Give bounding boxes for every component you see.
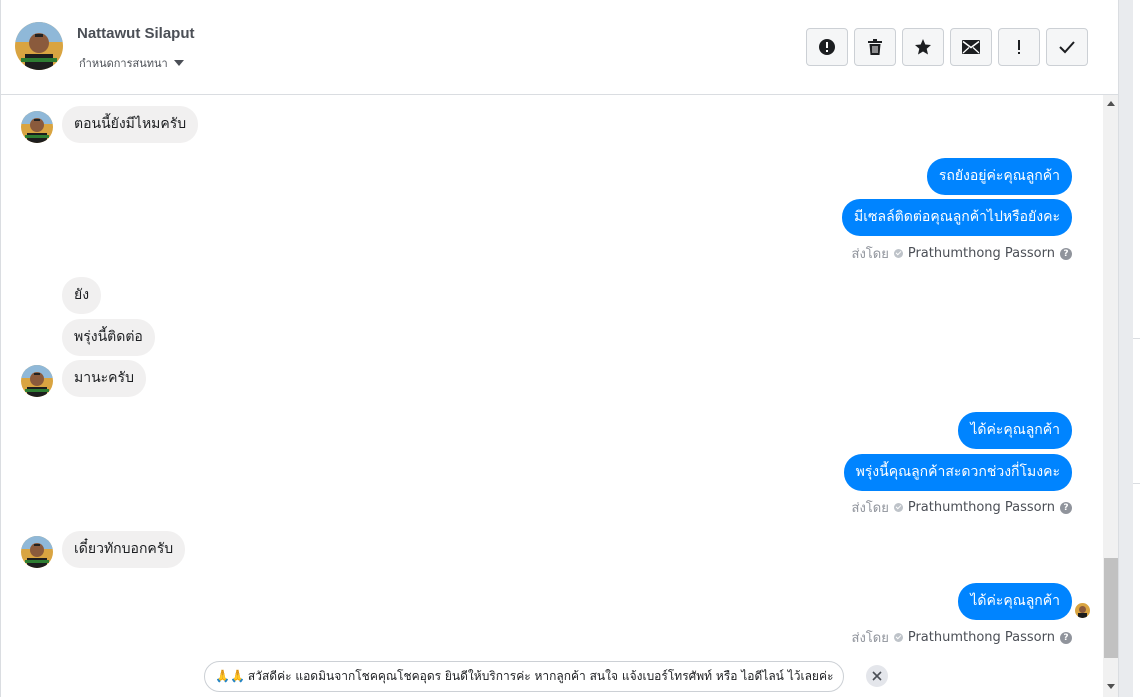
suggestion-text: สวัสดีค่ะ แอดมินจากโชคคุณโชคอุดร ยินดีให… <box>247 669 834 683</box>
scrollbar-thumb[interactable] <box>1104 558 1118 658</box>
star-button[interactable] <box>902 28 944 66</box>
incoming-message[interactable]: พรุ่งนี้ติดต่อ <box>62 319 155 356</box>
customer-avatar[interactable] <box>21 536 53 568</box>
outgoing-message[interactable]: รถยังอยู่ค่ะคุณลูกค้า <box>926 158 1072 195</box>
adjacent-panel-edge <box>1118 0 1140 697</box>
help-icon[interactable]: ? <box>1060 501 1072 514</box>
incoming-message[interactable]: ตอนนี้ยังมีไหมครับ <box>62 106 199 143</box>
user-avatar[interactable] <box>15 22 63 70</box>
sent-by-agent[interactable]: Prathumthong Passorn <box>908 500 1055 515</box>
outgoing-message[interactable]: มีเซลล์ติดต่อคุณลูกค้าไปหรือยังคะ <box>841 199 1072 236</box>
message-thread[interactable]: ตอนนี้ยังมีไหมครับ รถยังอยู่ค่ะคุณลูกค้า… <box>1 95 1103 697</box>
sent-by-info: ส่งโดย Prathumthong Passorn ? <box>852 243 1072 264</box>
scroll-down-icon[interactable] <box>1107 684 1115 689</box>
user-name[interactable]: Nattawut Silaput <box>77 25 195 42</box>
conversation-toolbar <box>806 28 1088 66</box>
sent-by-info: ส่งโดย Prathumthong Passorn ? <box>852 627 1072 648</box>
scroll-up-icon[interactable] <box>1107 101 1115 106</box>
customer-avatar[interactable] <box>21 111 53 143</box>
close-icon <box>872 671 882 681</box>
assign-conversation-dropdown[interactable]: กำหนดการสนทนา <box>79 54 184 72</box>
verified-icon <box>893 633 903 642</box>
verified-icon <box>893 249 903 258</box>
exclamation-icon <box>1018 40 1020 54</box>
seen-avatar <box>1075 603 1090 618</box>
conversation-header: Nattawut Silaput กำหนดการสนทนา <box>1 0 1119 95</box>
help-icon[interactable]: ? <box>1060 631 1072 644</box>
sent-by-label: ส่งโดย <box>851 247 889 262</box>
sent-by-info: ส่งโดย Prathumthong Passorn ? <box>852 497 1072 518</box>
customer-avatar[interactable] <box>21 365 53 397</box>
verified-icon <box>893 503 903 512</box>
conversation-panel: Nattawut Silaput กำหนดการสนทนา ตอนนี้ยัง… <box>0 0 1119 697</box>
report-button[interactable] <box>806 28 848 66</box>
close-suggestion-button[interactable] <box>866 665 888 687</box>
delete-button[interactable] <box>854 28 896 66</box>
mark-unread-button[interactable] <box>950 28 992 66</box>
important-button[interactable] <box>998 28 1040 66</box>
sent-by-label: ส่งโดย <box>851 631 889 646</box>
star-icon <box>915 39 931 55</box>
outgoing-message[interactable]: พรุ่งนี้คุณลูกค้าสะดวกช่วงกี่โมงคะ <box>843 454 1072 491</box>
sent-by-label: ส่งโดย <box>851 501 889 516</box>
checkmark-icon <box>1059 41 1075 54</box>
help-icon[interactable]: ? <box>1060 247 1072 260</box>
pray-icon: 🙏🙏 <box>215 669 245 683</box>
sent-by-agent[interactable]: Prathumthong Passorn <box>908 630 1055 645</box>
sent-by-agent[interactable]: Prathumthong Passorn <box>908 246 1055 261</box>
assign-label: กำหนดการสนทนา <box>79 57 168 70</box>
incoming-message[interactable]: ยัง <box>62 277 102 314</box>
alert-circle-icon <box>819 39 835 55</box>
envelope-icon <box>962 40 980 54</box>
incoming-message[interactable]: เดี๋ยวทักบอกครับ <box>62 531 186 568</box>
incoming-message[interactable]: มานะครับ <box>62 360 146 397</box>
outgoing-message[interactable]: ได้ค่ะคุณลูกค้า <box>958 412 1072 449</box>
saved-reply-suggestion[interactable]: 🙏🙏 สวัสดีค่ะ แอดมินจากโชคคุณโชคอุดร ยินด… <box>204 661 845 692</box>
vertical-scrollbar[interactable] <box>1103 95 1119 697</box>
trash-icon <box>868 39 882 55</box>
done-button[interactable] <box>1046 28 1088 66</box>
outgoing-message[interactable]: ได้ค่ะคุณลูกค้า <box>958 583 1072 620</box>
caret-down-icon <box>173 60 184 66</box>
